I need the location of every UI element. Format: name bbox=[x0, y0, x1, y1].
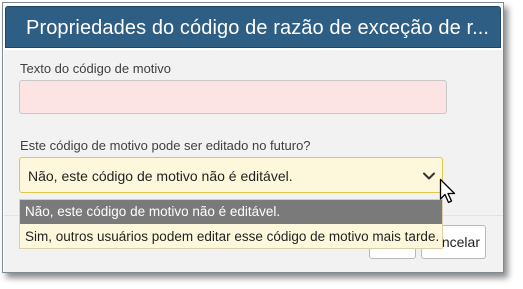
dropdown-option-not-editable[interactable]: Não, este código de motivo não é editáve… bbox=[20, 200, 442, 224]
dialog-titlebar: Propriedades do código de razão de exceç… bbox=[5, 6, 501, 48]
reason-text-label: Texto do código de motivo bbox=[20, 61, 172, 76]
editable-select-value: Não, este código de motivo não é editáve… bbox=[28, 168, 293, 184]
editable-question-label: Este código de motivo pode ser editado n… bbox=[20, 138, 311, 153]
editable-dropdown-list: Não, este código de motivo não é editáve… bbox=[19, 199, 443, 249]
dropdown-option-editable[interactable]: Sim, outros usuários podem editar esse c… bbox=[20, 225, 442, 249]
dialog-title: Propriedades do código de razão de exceç… bbox=[26, 17, 490, 39]
mouse-cursor-icon bbox=[439, 178, 456, 204]
chevron-down-icon bbox=[423, 172, 435, 180]
reason-text-input[interactable] bbox=[19, 80, 447, 114]
properties-dialog: Propriedades do código de razão de exceç… bbox=[2, 2, 504, 273]
editable-select[interactable]: Não, este código de motivo não é editáve… bbox=[19, 157, 443, 193]
